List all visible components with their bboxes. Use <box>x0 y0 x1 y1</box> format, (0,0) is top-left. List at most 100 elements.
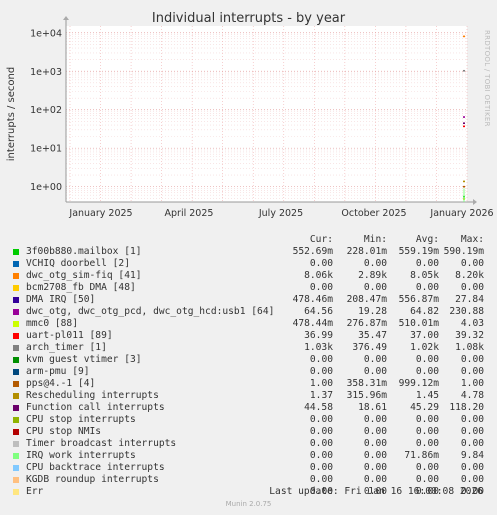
chart-title: Individual interrupts - by year <box>151 11 346 26</box>
legend-max-value: 0.00 <box>460 282 484 293</box>
legend-min-value: 0.00 <box>363 366 387 377</box>
legend-swatch <box>13 465 19 471</box>
legend-min-value: 315.96m <box>346 390 387 401</box>
legend-cur-value: 1.03k <box>304 342 333 353</box>
legend-row: DMA IRQ [50] 478.46m 208.47m 556.87m 27.84 <box>0 294 497 306</box>
legend-series-name: kvm guest vtimer [3] <box>26 354 142 365</box>
legend-row: KGDB roundup interrupts 0.00 0.00 0.00 0.00 <box>0 474 497 486</box>
legend-cur-value: 36.99 <box>304 330 333 341</box>
chart-area: 1e+00 1e+01 1e+02 1e+03 1e+04 January 2025 Apr… <box>6 16 494 219</box>
legend-cur-value: 0.00 <box>309 450 333 461</box>
last-update: Last update: Fri Jan 16 16:00:08 2026 <box>269 486 483 497</box>
legend-series-name: VCHIQ doorbell [2] <box>26 258 130 269</box>
legend-series-name: dwc_otg_sim-fiq [41] <box>26 270 142 281</box>
legend-row: CPU stop NMIs 0.00 0.00 0.00 0.00 <box>0 426 497 438</box>
legend-header-min: Min: <box>363 234 387 245</box>
legend-series-name: Err <box>26 486 44 497</box>
legend-row: kvm guest vtimer [3] 0.00 0.00 0.00 0.00 <box>0 354 497 366</box>
legend-cur-value: 0.00 <box>309 426 333 437</box>
y-tick-label: 1e+02 <box>30 105 62 116</box>
legend-series-name: bcm2708_fb DMA [48] <box>26 282 136 293</box>
legend-row: bcm2708_fb DMA [48] 0.00 0.00 0.00 0.00 <box>0 282 497 294</box>
legend-row: dwc_otg, dwc_otg_pcd, dwc_otg_hcd:usb1 [… <box>0 306 497 318</box>
legend-max-value: 590.19m <box>443 246 484 257</box>
legend-cur-value: 478.46m <box>292 294 333 305</box>
legend-cur-value: 0.00 <box>309 438 333 449</box>
legend-cur-value: 0.00 <box>309 354 333 365</box>
legend-cur-value: 1.00 <box>309 378 333 389</box>
legend-cur-value: 1.37 <box>309 390 333 401</box>
legend-max-value: 0.00 <box>460 414 484 425</box>
y-tick-label: 1e+03 <box>30 67 62 78</box>
legend-max-value: 230.88 <box>449 306 484 317</box>
legend-swatch <box>13 489 19 495</box>
legend-max-value: 1.00 <box>460 378 484 389</box>
legend-series-name: dwc_otg, dwc_otg_pcd, dwc_otg_hcd:usb1 [… <box>26 306 275 317</box>
legend-swatch <box>13 405 19 411</box>
legend-row: arch_timer [1] 1.03k 376.49 1.02k 1.08k <box>0 342 497 354</box>
legend-series-name: CPU stop interrupts <box>26 414 136 425</box>
x-tick-label: January 2025 <box>68 208 132 219</box>
legend-series-name: Function call interrupts <box>26 402 165 413</box>
legend-row: uart-pl011 [89] 36.99 35.47 37.00 39.32 <box>0 330 497 342</box>
legend-swatch <box>13 357 19 363</box>
x-axis-arrow <box>473 199 477 205</box>
legend-swatch <box>13 345 19 351</box>
y-tick-label: 1e+04 <box>30 28 62 39</box>
legend-min-value: 35.47 <box>358 330 387 341</box>
legend-max-value: 39.32 <box>455 330 484 341</box>
legend-swatch <box>13 285 19 291</box>
legend-min-value: 0.00 <box>363 438 387 449</box>
legend-cur-value: 552.69m <box>292 246 333 257</box>
legend-swatch <box>13 309 19 315</box>
legend-max-value: 0.00 <box>460 354 484 365</box>
legend-max-value: 9.84 <box>460 450 484 461</box>
legend-swatch <box>13 417 19 423</box>
x-tick-label: January 2026 <box>429 208 493 219</box>
legend-cur-value: 0.00 <box>309 474 333 485</box>
legend-swatch <box>13 249 19 255</box>
legend-row: dwc_otg_sim-fiq [41] 8.06k 2.89k 8.05k 8.20k <box>0 270 497 282</box>
legend-max-value: 0.00 <box>460 258 484 269</box>
legend-cur-value: 8.06k <box>304 270 333 281</box>
legend-swatch <box>13 321 19 327</box>
legend-max-value: 0.00 <box>460 474 484 485</box>
legend-cur-value: 0.00 <box>309 258 333 269</box>
legend-row: CPU stop interrupts 0.00 0.00 0.00 0.00 <box>0 414 497 426</box>
legend-header-cur: Cur: <box>309 234 333 245</box>
legend-swatch <box>13 381 19 387</box>
legend-row: Function call interrupts 44.58 18.61 45.29 1… <box>0 402 497 414</box>
legend-row: VCHIQ doorbell [2] 0.00 0.00 0.00 0.00 <box>0 258 497 270</box>
legend-max-value: 0.00 <box>460 366 484 377</box>
legend-header-max: Max: <box>460 234 484 245</box>
legend-series-name: DMA IRQ [50] <box>26 294 96 305</box>
legend-max-value: 0.00 <box>460 462 484 473</box>
legend-series-name: Timer broadcast interrupts <box>26 438 177 449</box>
legend-swatch <box>13 261 19 267</box>
legend-series-name: mmc0 [88] <box>26 318 78 329</box>
legend-series-name: pps@4.-1 [4] <box>26 378 96 389</box>
legend-row: Rescheduling interrupts 1.37 315.96m 1.45 4.… <box>0 390 497 402</box>
legend-min-value: 0.00 <box>363 462 387 473</box>
plot-background <box>66 26 467 202</box>
legend-min-value: 376.49 <box>352 342 387 353</box>
legend-swatch <box>13 297 19 303</box>
legend-series-name: arch_timer [1] <box>26 342 107 353</box>
legend-min-value: 2.89k <box>358 270 387 281</box>
legend-min-value: 0.00 <box>363 282 387 293</box>
legend-row: arm-pmu [9] 0.00 0.00 0.00 0.00 <box>0 366 497 378</box>
legend-series-name: CPU backtrace interrupts <box>26 462 165 473</box>
x-tick-label: April 2025 <box>165 208 214 219</box>
legend-max-value: 4.03 <box>460 318 484 329</box>
legend-min-value: 208.47m <box>346 294 387 305</box>
legend-max-value: 118.20 <box>449 402 484 413</box>
legend-swatch <box>13 393 19 399</box>
munin-version: Munin 2.0.75 <box>225 500 272 508</box>
legend-swatch <box>13 429 19 435</box>
legend-max-value: 0.00 <box>460 426 484 437</box>
legend-min-value: 358.31m <box>346 378 387 389</box>
legend-row: mmc0 [88] 478.44m 276.87m 510.01m 4.03 <box>0 318 497 330</box>
legend-cur-value: 0.00 <box>309 366 333 377</box>
legend-swatch <box>13 441 19 447</box>
legend-max-value: 4.78 <box>460 390 484 401</box>
